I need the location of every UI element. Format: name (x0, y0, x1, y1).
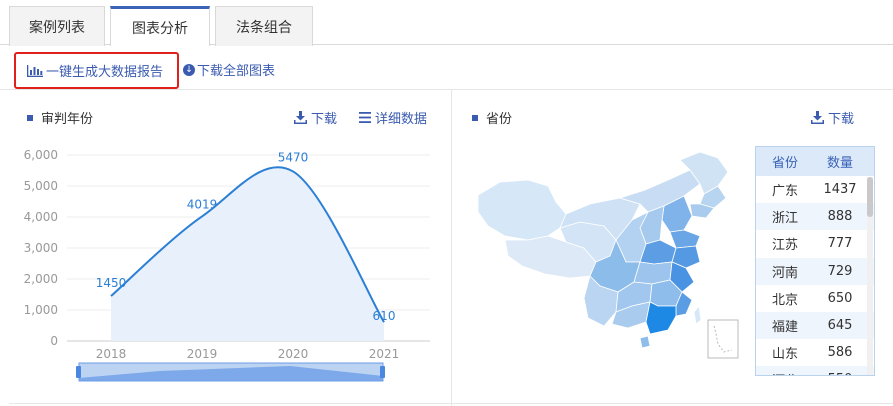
panel-bottom-border (9, 403, 893, 404)
y-tick-label: 6,000 (24, 148, 58, 162)
table-row: 北京 650 (756, 285, 874, 312)
y-tick-label: 1,000 (24, 303, 58, 317)
cell-count: 645 (827, 318, 853, 334)
panel-divider (451, 90, 452, 406)
x-tick-label: 2020 (278, 347, 309, 361)
province-panel-title-text: 省份 (486, 112, 513, 127)
download-all-label: 下载全部图表 (197, 64, 276, 79)
generate-report-label: 一键生成大数据报告 (46, 65, 164, 80)
x-tick-label: 2019 (187, 347, 218, 361)
tab-chart-analysis[interactable]: 图表分析 (110, 6, 210, 46)
y-tick-label: 2,000 (24, 272, 58, 286)
y-tick-label: 4,000 (24, 210, 58, 224)
cell-count: 729 (827, 263, 853, 279)
title-marker-icon (27, 114, 33, 121)
table-row: 浙江 888 (756, 203, 874, 231)
y-tick-label: 3,000 (24, 241, 58, 255)
data-label: 4019 (187, 197, 218, 211)
header-province: 省份 (771, 156, 798, 171)
map-region (639, 335, 651, 349)
y-tick-label: 0 (50, 334, 58, 348)
year-download-button[interactable]: 下载 (294, 108, 337, 127)
table-row: 福建 645 (756, 311, 874, 340)
table-row: 河北550 (756, 366, 874, 375)
data-zoom-slider[interactable] (76, 362, 385, 382)
download-icon (294, 111, 307, 124)
map-region (669, 229, 701, 249)
x-tick-label: 2021 (369, 347, 400, 361)
cell-province: 河北 (756, 370, 814, 375)
slider-right-handle[interactable] (380, 366, 385, 378)
year-panel-title: 审判年份 (27, 108, 93, 127)
cell-count: 1437 (823, 182, 857, 198)
tab-law-combination[interactable]: 法条组合 (215, 6, 313, 46)
data-label: 610 (373, 309, 396, 323)
cell-province: 山东 (771, 347, 798, 363)
province-download-button[interactable]: 下载 (811, 108, 854, 127)
map-region (693, 305, 702, 325)
cell-province: 江苏 (771, 238, 798, 254)
header-count: 数量 (826, 156, 853, 171)
china-province-map (477, 151, 739, 359)
cell-province: 河南 (771, 265, 798, 281)
slider-left-handle[interactable] (76, 366, 81, 378)
tab-bar: 案例列表 图表分析 法条组合 (0, 0, 893, 46)
year-area-chart: 0 1,000 2,000 3,000 4,000 5,000 6,000 2018 2019 2… (24, 148, 430, 382)
tab-law-combination-label: 法条组合 (236, 19, 292, 36)
map-region (477, 179, 567, 241)
map-region (645, 301, 677, 335)
year-download-label: 下载 (311, 112, 338, 127)
cell-count: 550 (814, 372, 866, 375)
download-icon (811, 111, 824, 124)
tab-case-list-label: 案例列表 (29, 19, 85, 36)
list-icon (359, 112, 371, 123)
cell-count: 586 (827, 345, 853, 361)
area-fill (111, 167, 384, 341)
detail-data-button[interactable]: 详细数据 (359, 108, 427, 127)
download-all-charts-link[interactable]: ↓ 下载全部图表 (183, 60, 275, 79)
table-row: 山东 586 (756, 339, 874, 366)
tab-case-list[interactable]: 案例列表 (9, 6, 105, 46)
x-tick-label: 2018 (96, 347, 127, 361)
data-label: 5470 (278, 150, 309, 164)
bar-chart-icon (27, 64, 43, 77)
province-download-label: 下载 (828, 112, 855, 127)
cell-province: 广东 (771, 184, 798, 200)
cell-count: 650 (827, 290, 853, 306)
cell-count: 777 (827, 236, 853, 252)
y-tick-label: 5,000 (24, 179, 58, 193)
cell-province: 浙江 (771, 211, 798, 227)
generate-report-button[interactable]: 一键生成大数据报告 (14, 52, 179, 89)
cell-count: 888 (827, 209, 853, 225)
data-label: 1450 (96, 276, 127, 290)
cell-province: 福建 (771, 320, 798, 336)
toolbar: 一键生成大数据报告 ↓ 下载全部图表 (0, 46, 893, 90)
province-table: 省份 数量 广东 1437 浙江 888 江苏 777 河南 729 北京 650 福建 645 山东 5… (755, 146, 875, 376)
table-header: 省份 数量 (756, 147, 874, 176)
year-panel-title-text: 审判年份 (41, 112, 94, 127)
table-scrollbar[interactable] (867, 177, 873, 375)
scrollbar-thumb[interactable] (867, 177, 873, 217)
south-sea-inset (707, 319, 739, 359)
tab-chart-analysis-label: 图表分析 (132, 20, 188, 37)
detail-data-label: 详细数据 (375, 112, 428, 127)
province-panel-title: 省份 (472, 108, 512, 127)
download-circle-icon: ↓ (183, 63, 195, 76)
cell-province: 北京 (771, 292, 798, 308)
table-row: 江苏 777 (756, 230, 874, 257)
title-marker-icon (472, 114, 478, 121)
table-row: 河南 729 (756, 257, 874, 285)
table-row: 广东 1437 (756, 176, 874, 203)
